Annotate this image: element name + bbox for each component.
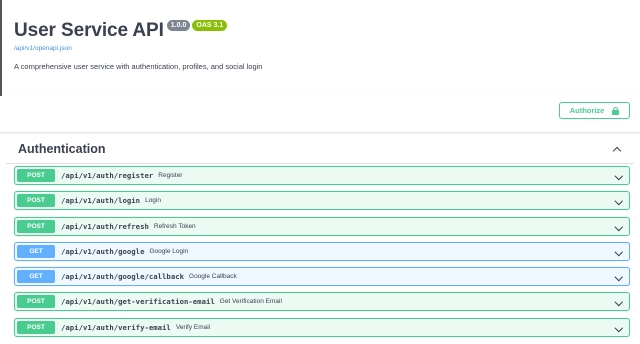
- operation-path: /api/v1/auth/verify-email: [61, 322, 171, 332]
- api-info: User Service API 1.0.0 OAS 3.1 /api/v1/o…: [14, 18, 262, 71]
- method-badge: GET: [17, 244, 55, 258]
- authorize-label: Authorize: [569, 106, 605, 115]
- operation-path: /api/v1/auth/login: [61, 196, 141, 206]
- method-badge: GET: [17, 270, 55, 284]
- operation-google-login[interactable]: GET /api/v1/auth/google Google Login: [14, 241, 630, 261]
- authorize-button[interactable]: Authorize: [559, 102, 630, 119]
- version-badge: 1.0.0: [166, 20, 191, 31]
- method-badge: POST: [17, 219, 55, 233]
- operation-login[interactable]: POST /api/v1/auth/login Login: [14, 191, 630, 211]
- operations-list: POST /api/v1/auth/register Register POST…: [14, 166, 630, 343]
- tag-section-authentication: Authentication: [6, 134, 634, 164]
- oas-badge: OAS 3.1: [192, 20, 228, 31]
- method-badge: POST: [17, 320, 55, 334]
- operation-refresh[interactable]: POST /api/v1/auth/refresh Refresh Token: [14, 216, 630, 236]
- api-description: A comprehensive user service with authen…: [14, 62, 263, 71]
- chevron-down-icon[interactable]: [614, 298, 623, 307]
- chevron-up-icon[interactable]: [612, 146, 622, 155]
- tag-title: Authentication: [18, 141, 106, 156]
- operation-summary: Google Callback: [189, 273, 237, 281]
- openapi-spec-link[interactable]: /api/v1/openapi.json: [14, 45, 262, 52]
- method-badge: POST: [17, 295, 55, 309]
- chevron-down-icon[interactable]: [614, 197, 623, 205]
- operation-summary: Get Verification Email: [219, 298, 282, 306]
- operation-summary: Login: [145, 197, 161, 205]
- chevron-down-icon[interactable]: [614, 323, 623, 332]
- chevron-down-icon[interactable]: [614, 273, 623, 281]
- title-row: User Service API 1.0.0 OAS 3.1: [14, 18, 262, 44]
- chevron-down-icon[interactable]: [614, 247, 623, 256]
- chevron-down-icon[interactable]: [614, 171, 623, 180]
- operation-summary: Refresh Token: [153, 222, 196, 230]
- operation-register[interactable]: POST /api/v1/auth/register Register: [14, 166, 630, 185]
- chevron-down-icon[interactable]: [614, 222, 623, 231]
- operation-path: /api/v1/auth/google: [61, 246, 145, 256]
- method-badge: POST: [17, 169, 55, 182]
- lock-icon: [612, 106, 620, 115]
- operation-get-verification-email[interactable]: POST /api/v1/auth/get-verification-email…: [14, 292, 630, 312]
- operation-verify-email[interactable]: POST /api/v1/auth/verify-email Verify Em…: [14, 317, 630, 337]
- operation-summary: Register: [158, 172, 183, 179]
- operation-summary: Google Login: [149, 247, 189, 255]
- operation-google-callback[interactable]: GET /api/v1/auth/google/callback Google …: [14, 267, 630, 287]
- operation-path: /api/v1/auth/refresh: [61, 221, 149, 231]
- method-badge: POST: [17, 194, 55, 208]
- operation-path: /api/v1/auth/google/callback: [61, 272, 185, 282]
- api-title: User Service API: [14, 20, 164, 41]
- operation-summary: Verify Email: [175, 323, 211, 331]
- scheme-container: Authorize: [0, 96, 640, 132]
- operation-path: /api/v1/auth/get-verification-email: [61, 297, 215, 307]
- tag-header[interactable]: Authentication: [6, 134, 634, 164]
- operation-path: /api/v1/auth/register: [61, 171, 154, 180]
- window-edge: [0, 0, 2, 100]
